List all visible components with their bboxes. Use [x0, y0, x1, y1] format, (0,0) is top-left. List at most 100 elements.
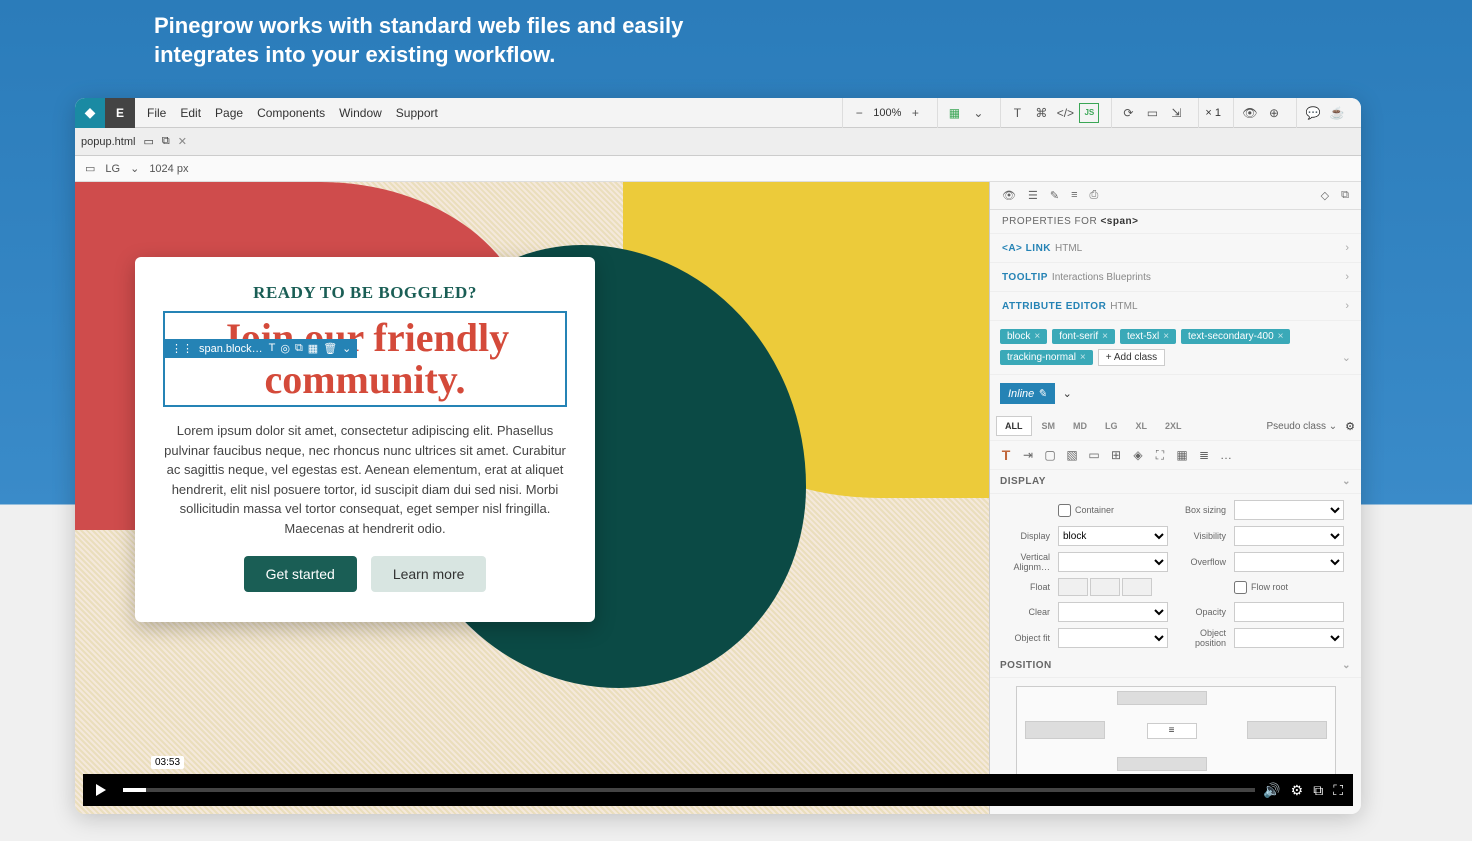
class-chip[interactable]: font-serif×: [1052, 329, 1115, 344]
box-sizing-select[interactable]: [1234, 500, 1344, 520]
multiplier[interactable]: × 1: [1205, 107, 1221, 119]
get-started-button[interactable]: Get started: [244, 556, 357, 592]
add-class-button[interactable]: + Add class: [1098, 349, 1165, 366]
menu-edit[interactable]: Edit: [180, 106, 201, 120]
menu-support[interactable]: Support: [396, 106, 438, 120]
chevron-down-icon[interactable]: ⌄: [342, 342, 351, 355]
file-tab[interactable]: popup.html: [81, 136, 135, 148]
pip-icon[interactable]: ⧉: [1313, 782, 1323, 799]
bp-sm[interactable]: SM: [1034, 417, 1064, 435]
trash-icon[interactable]: 🗑: [323, 342, 337, 355]
fullscreen-icon[interactable]: ⛶: [1333, 782, 1343, 799]
zoom-percent[interactable]: 100%: [873, 107, 901, 119]
remove-class-icon[interactable]: ×: [1080, 352, 1086, 363]
class-chip[interactable]: block×: [1000, 329, 1047, 344]
popup-headline-selected[interactable]: Join our friendly community.: [163, 311, 567, 407]
display-header[interactable]: DISPLAY⌄: [990, 470, 1361, 494]
position-editor[interactable]: ≡: [1016, 686, 1336, 776]
bp-lg[interactable]: LG: [1097, 417, 1126, 435]
learn-more-button[interactable]: Learn more: [371, 556, 487, 592]
copy-icon[interactable]: ⧉: [1341, 189, 1349, 202]
export-icon[interactable]: ⇲: [1166, 103, 1186, 123]
e-button[interactable]: E: [105, 98, 135, 128]
list-icon[interactable]: ≡: [1071, 189, 1077, 202]
refresh-icon[interactable]: ⟳: [1118, 103, 1138, 123]
remove-class-icon[interactable]: ×: [1102, 331, 1108, 342]
grid-icon[interactable]: ▦: [308, 342, 318, 355]
tab-view-icon[interactable]: ▭: [143, 135, 153, 148]
layout-icon[interactable]: ⊞: [1108, 447, 1124, 463]
pseudo-class-select[interactable]: Pseudo class ⌄: [1266, 421, 1343, 432]
object-fit-select[interactable]: [1058, 628, 1168, 648]
chevron-down-icon[interactable]: ⌄: [1342, 351, 1351, 364]
brush-icon[interactable]: ✎: [1050, 189, 1059, 202]
bp-all[interactable]: ALL: [996, 416, 1032, 436]
device-icon[interactable]: ▭: [85, 162, 95, 175]
typography-icon[interactable]: T: [998, 447, 1014, 463]
container-checkbox[interactable]: Container: [1058, 504, 1168, 517]
padding-icon[interactable]: ▢: [1042, 447, 1058, 463]
bug-icon[interactable]: ⌘: [1031, 103, 1051, 123]
menu-components[interactable]: Components: [257, 106, 325, 120]
chevron-down-icon[interactable]: ⌄: [968, 103, 988, 123]
reveal-icon[interactable]: ◇: [1321, 189, 1329, 202]
app-logo-button[interactable]: ◆: [75, 98, 105, 128]
visibility-select[interactable]: [1234, 526, 1344, 546]
sliders-icon[interactable]: ☰: [1028, 189, 1038, 202]
inline-badge[interactable]: Inline ✎: [1000, 383, 1055, 404]
canvas[interactable]: ⋮⋮ span.block… T ◎ ⧉ ▦ 🗑 ⌄ READY TO BE B…: [75, 182, 989, 814]
tab-close-icon[interactable]: ✕: [178, 135, 187, 148]
play-button[interactable]: [87, 776, 115, 804]
overflow-select[interactable]: [1234, 552, 1344, 572]
eye-icon[interactable]: 👁: [1002, 189, 1016, 202]
opacity-input[interactable]: [1234, 602, 1344, 622]
list-icon[interactable]: ≣: [1196, 447, 1212, 463]
background-icon[interactable]: ▧: [1064, 447, 1080, 463]
text-edit-icon[interactable]: T: [269, 342, 276, 355]
print-icon[interactable]: ⎙: [1089, 189, 1098, 202]
bp-xl[interactable]: XL: [1128, 417, 1156, 435]
more-icon[interactable]: …: [1218, 447, 1234, 463]
drag-handle-icon[interactable]: ⋮⋮: [171, 342, 193, 355]
float-buttons[interactable]: [1058, 578, 1168, 596]
duplicate-icon[interactable]: ⧉: [295, 342, 303, 355]
viewport-bp[interactable]: LG: [105, 163, 120, 175]
class-chip[interactable]: text-5xl×: [1120, 329, 1176, 344]
volume-icon[interactable]: 🔊: [1263, 782, 1280, 799]
spacing-icon[interactable]: ⇥: [1020, 447, 1036, 463]
section-attribute-editor[interactable]: ATTRIBUTE EDITORHTML ›: [990, 292, 1361, 321]
text-tool-icon[interactable]: T: [1007, 103, 1027, 123]
bp-md[interactable]: MD: [1065, 417, 1095, 435]
code-icon[interactable]: </>: [1055, 103, 1075, 123]
chat-icon[interactable]: 💬: [1303, 103, 1323, 123]
display-select[interactable]: block: [1058, 526, 1168, 546]
class-chip[interactable]: text-secondary-400×: [1181, 329, 1290, 344]
tab-external-icon[interactable]: ⧉: [162, 135, 170, 148]
settings-icon[interactable]: ⚙: [1291, 782, 1304, 799]
chevron-down-icon[interactable]: ⌄: [1063, 387, 1072, 400]
filter-icon[interactable]: ⚙: [1345, 420, 1355, 433]
remove-class-icon[interactable]: ×: [1278, 331, 1284, 342]
valign-select[interactable]: [1058, 552, 1168, 572]
menu-file[interactable]: File: [147, 106, 166, 120]
eye-off-icon[interactable]: 👁: [1240, 103, 1260, 123]
position-header[interactable]: POSITION⌄: [990, 654, 1361, 678]
grid-icon[interactable]: ▦: [1174, 447, 1190, 463]
coffee-icon[interactable]: ☕: [1327, 103, 1347, 123]
target-icon[interactable]: ◎: [280, 342, 290, 355]
zoom-out-icon[interactable]: −: [849, 103, 869, 123]
size-icon[interactable]: ⛶: [1152, 447, 1168, 463]
grid-icon[interactable]: ▦: [944, 103, 964, 123]
remove-class-icon[interactable]: ×: [1163, 331, 1169, 342]
zoom-in-icon[interactable]: +: [905, 103, 925, 123]
menu-window[interactable]: Window: [339, 106, 382, 120]
flow-root-checkbox[interactable]: Flow root: [1234, 581, 1344, 594]
chevron-down-icon[interactable]: ⌄: [130, 162, 139, 175]
bp-2xl[interactable]: 2XL: [1157, 417, 1190, 435]
globe-icon[interactable]: ⊕: [1264, 103, 1284, 123]
progress-bar[interactable]: [123, 788, 1255, 792]
menu-page[interactable]: Page: [215, 106, 243, 120]
js-icon[interactable]: JS: [1079, 103, 1099, 123]
section-a-link[interactable]: <A> LINKHTML ›: [990, 234, 1361, 263]
selection-indicator[interactable]: ⋮⋮ span.block… T ◎ ⧉ ▦ 🗑 ⌄: [165, 339, 357, 358]
